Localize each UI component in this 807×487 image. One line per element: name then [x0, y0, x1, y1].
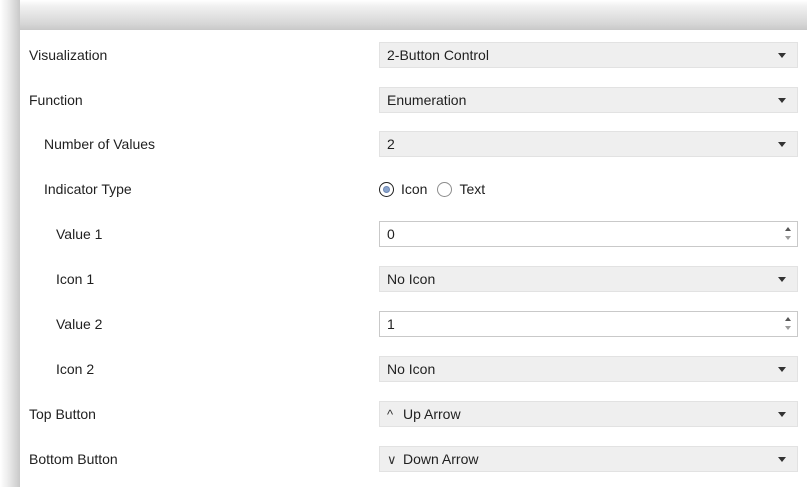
radio-text-option[interactable]: Text: [437, 181, 485, 197]
icon-1-dropdown[interactable]: No Icon: [379, 266, 798, 292]
visualization-label: Visualization: [29, 47, 108, 63]
radio-icon-option[interactable]: Icon: [379, 181, 427, 197]
radio-text-circle[interactable]: [437, 181, 453, 197]
visualization-dropdown[interactable]: 2-Button Control: [379, 42, 798, 68]
icon-2-label: Icon 2: [56, 361, 95, 377]
icon-1-value: No Icon: [387, 271, 436, 287]
function-value: Enumeration: [387, 92, 467, 108]
spinner-arrows-icon[interactable]: [781, 222, 797, 246]
function-label: Function: [29, 92, 83, 108]
row-icon-1: Icon 1 No Icon: [20, 266, 807, 292]
number-of-values-label: Number of Values: [44, 136, 156, 152]
panel-shadow-top: [0, 0, 807, 30]
number-of-values-dropdown[interactable]: 2: [379, 131, 798, 157]
radio-icon-circle[interactable]: [379, 181, 394, 197]
top-button-dropdown[interactable]: ^ Up Arrow: [379, 401, 798, 427]
caret-down-icon: [778, 277, 786, 282]
top-button-value-text: Up Arrow: [403, 406, 461, 422]
spinner-arrows-icon[interactable]: [781, 312, 797, 336]
caret-down-icon: [778, 98, 786, 103]
row-indicator-type: Indicator Type Icon Text: [20, 176, 807, 202]
bottom-button-dropdown[interactable]: ∨ Down Arrow: [379, 446, 798, 472]
spin-up-icon[interactable]: [785, 227, 791, 231]
top-button-label: Top Button: [29, 406, 96, 422]
icon-2-value: No Icon: [387, 361, 436, 377]
row-value-1: Value 1 0: [20, 221, 807, 247]
indicator-type-label: Indicator Type: [44, 181, 132, 197]
icon-1-label: Icon 1: [56, 271, 95, 287]
value-2-input[interactable]: 1: [387, 316, 395, 332]
bottom-button-label: Bottom Button: [29, 451, 118, 467]
caret-down-icon: [778, 142, 786, 147]
radio-text-label: Text: [459, 181, 486, 197]
parameters-panel: Visualization 2-Button Control Function …: [20, 30, 807, 487]
top-button-value: ^ Up Arrow: [387, 406, 461, 422]
bottom-button-value: ∨ Down Arrow: [387, 451, 478, 467]
row-visualization: Visualization 2-Button Control: [20, 42, 807, 68]
number-of-values-value: 2: [387, 136, 395, 152]
chevron-down-icon: ∨: [387, 452, 397, 467]
row-top-button: Top Button ^ Up Arrow: [20, 401, 807, 427]
row-icon-2: Icon 2 No Icon: [20, 356, 807, 382]
spin-up-icon[interactable]: [785, 317, 791, 321]
value-2-stepper[interactable]: 1: [379, 311, 798, 337]
row-function: Function Enumeration: [20, 87, 807, 113]
function-dropdown[interactable]: Enumeration: [379, 87, 798, 113]
row-number-of-values: Number of Values 2: [20, 131, 807, 157]
visualization-value: 2-Button Control: [387, 47, 489, 63]
caret-down-icon: [778, 53, 786, 58]
caret-down-icon: [778, 457, 786, 462]
value-1-stepper[interactable]: 0: [379, 221, 798, 247]
icon-2-dropdown[interactable]: No Icon: [379, 356, 798, 382]
value-1-input[interactable]: 0: [387, 226, 395, 242]
value-1-label: Value 1: [56, 226, 103, 242]
caret-down-icon: [778, 367, 786, 372]
bottom-button-value-text: Down Arrow: [403, 451, 479, 467]
row-value-2: Value 2 1: [20, 311, 807, 337]
value-2-label: Value 2: [56, 316, 103, 332]
caret-down-icon: [778, 412, 786, 417]
indicator-type-radio-group: Icon Text: [379, 176, 495, 202]
spin-down-icon[interactable]: [785, 236, 791, 240]
panel-shadow-left: [0, 0, 20, 487]
radio-icon-label: Icon: [401, 181, 428, 197]
row-bottom-button: Bottom Button ∨ Down Arrow: [20, 446, 807, 472]
chevron-up-icon: ^: [387, 407, 394, 422]
spin-down-icon[interactable]: [785, 326, 791, 330]
